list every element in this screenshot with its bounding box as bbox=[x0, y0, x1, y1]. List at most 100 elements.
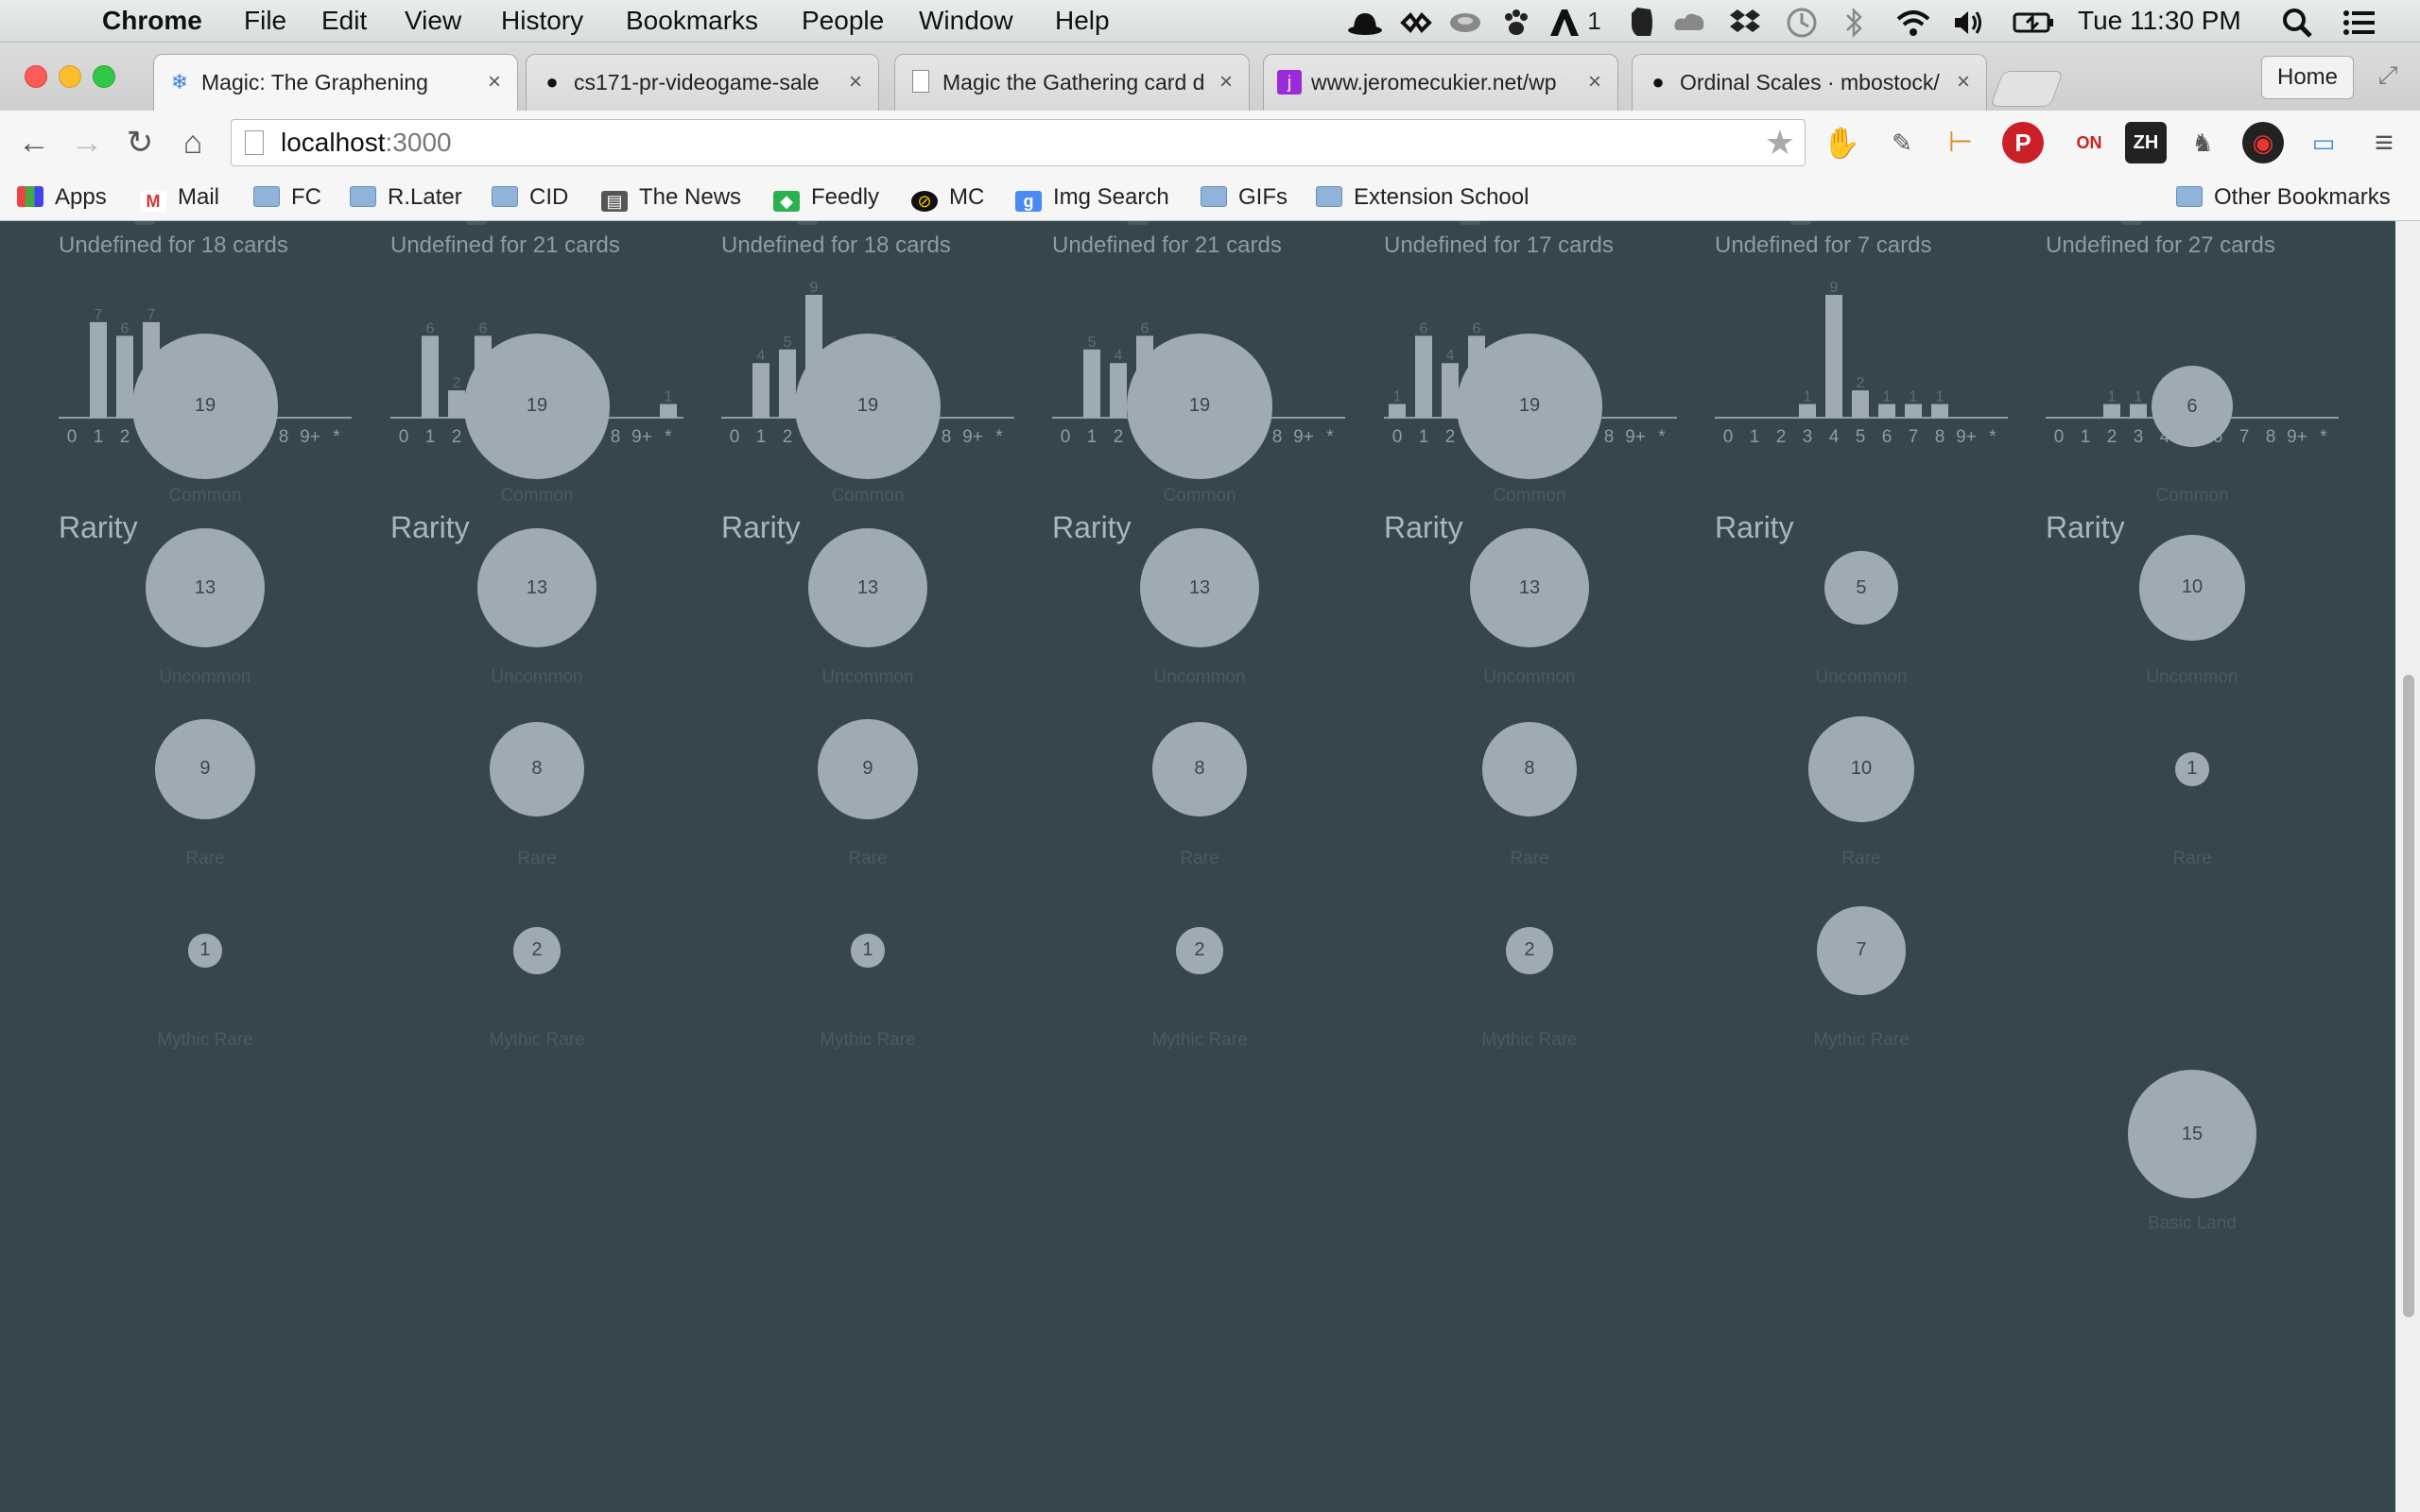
bookmark-folder-cid[interactable]: CID bbox=[492, 175, 568, 220]
mana-curve-bar[interactable] bbox=[1110, 363, 1127, 418]
rarity-bubble[interactable]: 10 bbox=[2139, 535, 2245, 641]
rarity-bubble[interactable]: 7 bbox=[1817, 906, 1906, 995]
rarity-bubble[interactable]: 5 bbox=[1824, 550, 1899, 626]
mana-curve-bar[interactable] bbox=[1389, 404, 1406, 418]
close-tab-icon[interactable]: × bbox=[844, 70, 867, 94]
spotlight-search-icon[interactable] bbox=[2280, 0, 2314, 42]
tab-magic-the-gathering-card[interactable]: Magic the Gathering card d × bbox=[894, 54, 1250, 111]
mana-curve-bar[interactable] bbox=[90, 321, 107, 418]
time-machine-icon[interactable] bbox=[1783, 0, 1821, 42]
bookmark-folder-fc[interactable]: FC bbox=[253, 175, 321, 220]
rarity-bubble[interactable]: 15 bbox=[2127, 1069, 2257, 1199]
rarity-bubble[interactable]: 8 bbox=[1482, 722, 1577, 816]
screenshot-extension-icon[interactable]: ▭ bbox=[2303, 122, 2344, 163]
bookmark-star-icon[interactable]: ★ bbox=[1765, 124, 1795, 162]
rarity-bubble[interactable]: 13 bbox=[145, 527, 266, 648]
mana-curve-bar[interactable] bbox=[1931, 404, 1948, 418]
mana-curve-bar[interactable] bbox=[752, 363, 769, 418]
disk-icon[interactable] bbox=[1446, 0, 1484, 42]
bookmark-mail[interactable]: M Mail bbox=[140, 175, 219, 220]
menu-edit[interactable]: Edit bbox=[321, 0, 367, 42]
address-bar[interactable]: localhost:3000 ★ bbox=[231, 119, 1806, 166]
rarity-bubble[interactable]: 19 bbox=[1127, 334, 1272, 479]
mana-curve-bar[interactable] bbox=[1905, 404, 1922, 418]
mana-curve-bar[interactable] bbox=[1415, 335, 1432, 418]
zh-extension-icon[interactable]: ZH bbox=[2125, 122, 2167, 163]
rarity-bubble[interactable]: 1 bbox=[851, 934, 885, 968]
volume-icon[interactable] bbox=[1949, 0, 1987, 42]
rarity-bubble[interactable]: 1 bbox=[188, 934, 222, 968]
chrome-menu-icon[interactable]: ≡ bbox=[2363, 122, 2405, 163]
scrollbar-thumb[interactable] bbox=[2403, 675, 2414, 1317]
mana-curve-bar[interactable] bbox=[1852, 390, 1869, 418]
menu-window[interactable]: Window bbox=[919, 0, 1013, 42]
hat-icon[interactable] bbox=[1346, 0, 1384, 42]
notification-center-icon[interactable] bbox=[2341, 0, 2378, 42]
rarity-bubble[interactable]: 13 bbox=[1139, 527, 1260, 648]
bookmark-feedly[interactable]: ◆ Feedly bbox=[773, 175, 879, 220]
rarity-bubble[interactable]: 8 bbox=[1152, 722, 1247, 816]
mana-curve-bar[interactable] bbox=[422, 335, 439, 418]
close-tab-icon[interactable]: × bbox=[1215, 70, 1237, 94]
rarity-bubble[interactable]: 9 bbox=[155, 719, 255, 819]
infinity-icon[interactable] bbox=[1397, 0, 1435, 42]
pinterest-icon[interactable]: P bbox=[2002, 122, 2044, 163]
rarity-bubble[interactable]: 2 bbox=[513, 927, 561, 974]
rarity-bubble[interactable]: 1 bbox=[2175, 752, 2209, 786]
home-button[interactable]: Home bbox=[2261, 56, 2354, 99]
rarity-bubble[interactable]: 2 bbox=[1176, 927, 1223, 974]
tab-cs171-pr-videogame-sale[interactable]: ● cs171-pr-videogame-sale × bbox=[526, 54, 879, 111]
reload-icon[interactable]: ↻ bbox=[119, 122, 161, 163]
bookmark-the-news[interactable]: ▤ The News bbox=[601, 175, 741, 220]
menu-app-name[interactable]: Chrome bbox=[102, 0, 202, 42]
mana-curve-bar[interactable] bbox=[1825, 295, 1842, 418]
mana-curve-bar[interactable] bbox=[448, 390, 465, 418]
bluetooth-icon[interactable] bbox=[1840, 0, 1868, 42]
tab-magic-the-graphening[interactable]: ❄ Magic: The Graphening × bbox=[153, 54, 518, 111]
color-wheel-icon[interactable]: ◉ bbox=[2242, 122, 2284, 163]
dropbox-icon[interactable] bbox=[1726, 0, 1764, 42]
close-window-button[interactable] bbox=[25, 65, 47, 88]
on-extension-icon[interactable]: ON bbox=[2068, 122, 2110, 163]
menu-view[interactable]: View bbox=[405, 0, 461, 42]
address-bar-url[interactable]: localhost:3000 bbox=[281, 120, 452, 165]
rss-extension-icon[interactable]: ⊢ bbox=[1940, 122, 1981, 163]
bookmark-folder-rlater[interactable]: R.Later bbox=[350, 175, 462, 220]
minimize-window-button[interactable] bbox=[59, 65, 81, 88]
close-tab-icon[interactable]: × bbox=[483, 70, 506, 94]
wifi-icon[interactable] bbox=[1894, 0, 1932, 42]
bookmark-other-bookmarks[interactable]: Other Bookmarks bbox=[2176, 175, 2391, 220]
zoom-window-button[interactable] bbox=[93, 65, 115, 88]
bookmark-mc[interactable]: ⊘ MC bbox=[911, 175, 984, 220]
mana-curve-bar[interactable] bbox=[779, 349, 796, 418]
evernote-icon[interactable] bbox=[1624, 0, 1658, 42]
mana-curve-bar[interactable] bbox=[2103, 404, 2120, 418]
tab-jeromecukier[interactable]: j www.jeromecukier.net/wp × bbox=[1263, 54, 1618, 111]
mana-curve-bar[interactable] bbox=[116, 335, 133, 418]
rarity-bubble[interactable]: 13 bbox=[807, 527, 928, 648]
forward-arrow-icon[interactable]: → bbox=[66, 122, 108, 163]
bookmark-apps[interactable]: Apps bbox=[17, 175, 107, 220]
mana-curve-bar[interactable] bbox=[1878, 404, 1895, 418]
rarity-bubble[interactable]: 19 bbox=[1457, 334, 1602, 479]
back-arrow-icon[interactable]: ← bbox=[13, 122, 55, 163]
menu-bookmarks[interactable]: Bookmarks bbox=[626, 0, 758, 42]
tab-ordinal-scales[interactable]: ● Ordinal Scales · mbostock/ × bbox=[1632, 54, 1987, 111]
bookmark-folder-extension-school[interactable]: Extension School bbox=[1316, 175, 1529, 220]
rarity-bubble[interactable]: 10 bbox=[1808, 716, 1914, 822]
mana-curve-bar[interactable] bbox=[1083, 349, 1100, 418]
rarity-bubble[interactable]: 19 bbox=[464, 334, 610, 479]
mana-curve-bar[interactable] bbox=[1799, 404, 1816, 418]
rarity-bubble[interactable]: 19 bbox=[132, 334, 278, 479]
menu-help[interactable]: Help bbox=[1055, 0, 1110, 42]
bookmark-img-search[interactable]: g Img Search bbox=[1015, 175, 1169, 220]
rarity-bubble[interactable]: 8 bbox=[490, 722, 584, 816]
vertical-scrollbar[interactable] bbox=[2395, 221, 2420, 1512]
evernote-extension-icon[interactable]: ♞ bbox=[2182, 122, 2223, 163]
rarity-bubble[interactable]: 13 bbox=[1469, 527, 1590, 648]
fullscreen-icon[interactable]: ⤢ bbox=[2371, 56, 2405, 94]
close-tab-icon[interactable]: × bbox=[1583, 70, 1606, 94]
mana-curve-bar[interactable] bbox=[2130, 404, 2147, 418]
adblock-icon[interactable]: ✋ bbox=[1821, 122, 1862, 163]
paw-icon[interactable] bbox=[1497, 0, 1535, 42]
